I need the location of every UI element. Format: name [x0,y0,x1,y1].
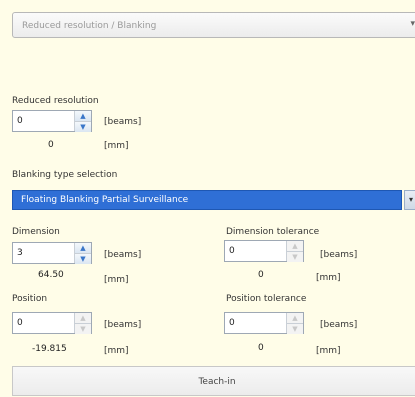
reduced-mm-value: 0 [48,140,54,150]
dimension-tolerance-beams-unit: [beams] [320,250,358,260]
dimension-tolerance-mm-unit: [mm] [316,273,341,283]
blanking-type-select[interactable]: Floating Blanking Partial Surveillance [12,190,402,210]
dimension-tolerance-mm-value: 0 [258,270,264,280]
chevron-down-icon: ▾ [410,19,415,29]
position-tolerance-mm-unit: [mm] [316,346,341,356]
reduced-mm-unit: [mm] [104,141,129,151]
position-mm-unit: [mm] [104,346,129,356]
dimension-value: 3 [17,248,23,258]
position-value: 0 [17,318,23,328]
spin-up-icon[interactable]: ▲ [287,313,303,323]
reduced-resolution-label: Reduced resolution [12,96,99,106]
spin-down-icon[interactable]: ▼ [75,121,91,132]
position-beams-unit: [beams] [104,320,142,330]
spin-up-icon[interactable]: ▲ [75,111,91,121]
section-header-dropdown[interactable]: Reduced resolution / Blanking ▾ [12,12,415,38]
section-header-title: Reduced resolution / Blanking [22,21,157,31]
dimension-tolerance-value: 0 [229,246,235,256]
reduced-resolution-stepper[interactable]: 0 ▲ ▼ [12,110,92,132]
spin-down-icon[interactable]: ▼ [75,323,91,334]
position-tolerance-stepper[interactable]: 0 ▲ ▼ [224,312,304,334]
dimension-stepper[interactable]: 3 ▲ ▼ [12,242,92,264]
dimension-label: Dimension [12,227,60,237]
dimension-tolerance-label: Dimension tolerance [226,227,320,237]
dimension-mm-unit: [mm] [104,275,129,285]
dimension-tolerance-stepper[interactable]: 0 ▲ ▼ [224,240,304,262]
spin-up-icon[interactable]: ▲ [75,313,91,323]
spin-down-icon[interactable]: ▼ [75,253,91,264]
spin-down-icon[interactable]: ▼ [287,251,303,262]
spin-up-icon[interactable]: ▲ [75,243,91,253]
position-label: Position [12,294,48,304]
position-tolerance-beams-unit: [beams] [320,320,358,330]
spin-down-icon[interactable]: ▼ [287,323,303,334]
position-tolerance-value: 0 [229,318,235,328]
dimension-mm-value: 64.50 [38,270,64,280]
chevron-down-icon[interactable]: ▾ [404,190,415,210]
position-stepper[interactable]: 0 ▲ ▼ [12,312,92,334]
teach-in-button[interactable]: Teach-in [12,366,415,396]
position-mm-value: -19.815 [32,344,67,354]
position-tolerance-label: Position tolerance [226,294,307,304]
dimension-beams-unit: [beams] [104,250,142,260]
blanking-type-label: Blanking type selection [12,170,118,180]
position-tolerance-mm-value: 0 [258,343,264,353]
reduced-beams-unit: [beams] [104,117,142,127]
spin-up-icon[interactable]: ▲ [287,241,303,251]
reduced-resolution-value: 0 [17,116,23,126]
